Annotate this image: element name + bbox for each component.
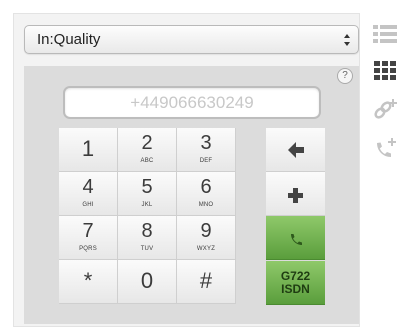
key-letters: JKL [141,202,153,208]
key-letters: WXYZ [196,246,216,252]
link-add-icon[interactable] [373,97,399,123]
key-0[interactable]: 0 [118,260,177,304]
key-letters: PQRS [79,246,97,252]
backspace-button[interactable] [266,128,325,172]
key-digit: # [199,268,213,293]
key-star[interactable]: * [59,260,118,304]
key-digit: 9 [200,220,212,242]
key-4[interactable]: 4 GHI [59,172,118,216]
quality-select-value: In:Quality [37,31,101,48]
key-digit: 7 [82,220,94,242]
key-1[interactable]: 1 [59,128,118,172]
key-digit: 3 [200,132,212,154]
key-digit: * [83,268,93,293]
key-3[interactable]: 3 DEF [177,128,236,172]
codec-button[interactable]: G722 ISDN [266,261,325,305]
codec-line2: ISDN [281,282,310,296]
select-arrows-icon [344,34,350,46]
grid-icon[interactable] [374,61,396,81]
key-2[interactable]: 2 ABC [118,128,177,172]
quality-select[interactable]: In:Quality [24,25,359,54]
key-6[interactable]: 6 MNO [177,172,236,216]
key-8[interactable]: 8 TUV [118,216,177,260]
add-button[interactable] [266,172,325,216]
plus-icon [288,188,303,203]
keypad: 1 2 ABC 3 DEF 4 GHI 5 JKL 6 MNO 7 PQRS 8… [59,128,236,304]
key-digit: 4 [82,176,94,198]
key-letters: ABC [140,158,154,164]
key-9[interactable]: 9 WXYZ [177,216,236,260]
key-letters: GHI [82,202,94,208]
key-letters: DEF [199,158,213,164]
key-letters: MNO [198,202,214,208]
key-digit: 8 [141,220,153,242]
backspace-arrow-icon [288,142,304,158]
key-digit: 6 [200,176,212,198]
phone-icon [291,234,302,245]
key-digit: 0 [140,268,154,293]
help-icon[interactable]: ? [337,68,353,84]
key-letters: TUV [140,246,154,252]
call-add-icon[interactable] [374,137,398,161]
codec-line1: G722 [280,269,311,283]
key-digit: 1 [81,136,95,161]
key-hash[interactable]: # [177,260,236,304]
key-digit: 5 [141,176,153,198]
key-7[interactable]: 7 PQRS [59,216,118,260]
key-digit: 2 [141,132,153,154]
call-button[interactable] [266,216,325,260]
list-icon[interactable] [373,24,397,44]
phone-number-input[interactable]: +449066630249 [63,86,321,119]
codec-label: G722 ISDN [266,270,325,296]
key-5[interactable]: 5 JKL [118,172,177,216]
